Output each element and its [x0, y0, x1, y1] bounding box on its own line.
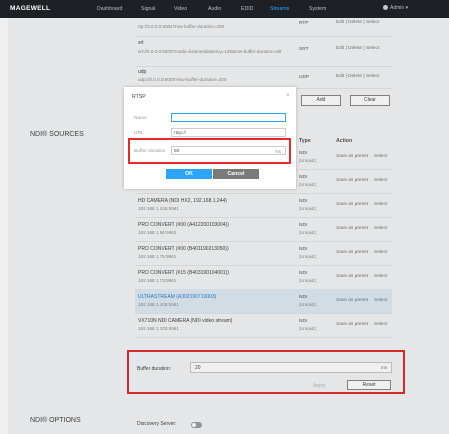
buffer-duration-unit: ms [275, 149, 281, 154]
modal-overlay [0, 18, 449, 434]
nav-video[interactable]: Video [174, 6, 187, 12]
nav-audio[interactable]: Audio [208, 6, 221, 12]
url-label: URL [134, 131, 144, 136]
close-icon[interactable]: × [286, 93, 290, 99]
nav-system[interactable]: System [309, 6, 326, 12]
dialog-title: RTSP [132, 94, 146, 100]
buffer-duration-input[interactable]: 60 ms [171, 146, 286, 155]
user-icon [383, 5, 388, 11]
top-navigation-bar: MAGEWELL Dashboard Signal Video Audio ED… [0, 0, 449, 18]
name-input[interactable] [171, 113, 286, 122]
nav-signal[interactable]: Signal [141, 6, 155, 12]
rtsp-dialog: RTSP × Name URL rtsp:// Buffer duration … [124, 87, 296, 189]
user-menu[interactable]: Admin ▾ [383, 5, 408, 11]
ok-button[interactable]: OK [166, 169, 212, 179]
url-input[interactable]: rtsp:// [171, 128, 286, 137]
user-name: Admin [390, 5, 405, 11]
cancel-button[interactable]: Cancel [213, 169, 259, 179]
name-label: Name [134, 116, 147, 121]
buffer-duration-value: 60 [174, 149, 180, 154]
nav-streams[interactable]: Streams [270, 6, 289, 12]
nav-dashboard[interactable]: Dashboard [97, 6, 122, 12]
brand-logo: MAGEWELL [10, 5, 51, 12]
nav-edid[interactable]: EDID [241, 6, 253, 12]
buffer-duration-label: Buffer duration [134, 149, 166, 154]
